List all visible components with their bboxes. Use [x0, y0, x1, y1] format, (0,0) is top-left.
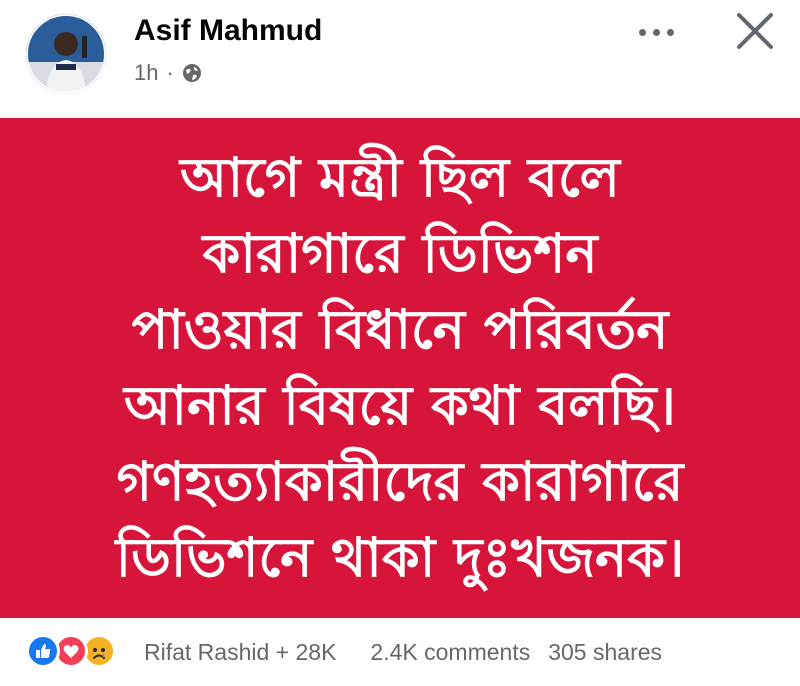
close-icon: [737, 13, 773, 49]
post-meta: 1h ·: [134, 60, 202, 86]
post-footer: Rifat Rashid + 28K 2.4K comments 305 sha…: [0, 618, 800, 686]
image-text-line: আগে মন্ত্রী ছিল বলে: [180, 146, 620, 209]
more-options-button[interactable]: [626, 14, 686, 50]
like-icon: [26, 634, 60, 668]
close-button[interactable]: [730, 6, 780, 56]
shares-count[interactable]: 305 shares: [548, 639, 662, 666]
image-text-line: গণহত্যাকারীদের কারাগারে: [116, 450, 684, 513]
reaction-icons[interactable]: [26, 632, 136, 672]
post-time[interactable]: 1h: [134, 60, 158, 86]
more-horizontal-icon: [638, 28, 646, 36]
meta-separator: ·: [166, 60, 174, 85]
comments-count[interactable]: 2.4K comments: [370, 639, 530, 666]
avatar-image: [26, 14, 106, 94]
reactions-summary[interactable]: Rifat Rashid + 28K: [144, 639, 336, 666]
globe-icon[interactable]: [182, 63, 202, 83]
image-text-line: কারাগারে ডিভিশন: [202, 222, 598, 285]
author-name[interactable]: Asif Mahmud: [134, 14, 322, 48]
image-text-line: পাওয়ার বিধানে পরিবর্তন: [131, 298, 669, 361]
post-image[interactable]: আগে মন্ত্রী ছিল বলে কারাগারে ডিভিশন পাওয…: [0, 118, 800, 618]
post-header: Asif Mahmud 1h ·: [0, 0, 800, 118]
image-text-line: আনার বিষয়ে কথা বলছি।: [124, 374, 676, 437]
avatar[interactable]: [26, 14, 106, 94]
image-text-line: ডিভিশনে থাকা দুঃখজনক।: [115, 526, 685, 589]
